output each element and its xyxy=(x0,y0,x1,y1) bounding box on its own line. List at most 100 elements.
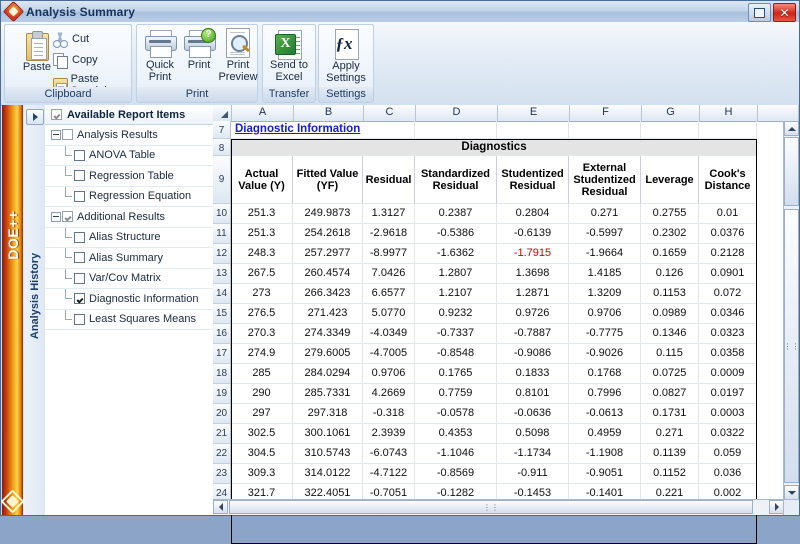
table-cell[interactable]: 0.1659 xyxy=(641,244,699,264)
expand-history-button[interactable] xyxy=(26,109,44,125)
table-cell[interactable]: 0.0989 xyxy=(641,304,699,324)
table-cell[interactable]: 271.423 xyxy=(293,304,363,324)
table-cell[interactable]: 0.9232 xyxy=(415,304,497,324)
tree-node-checkbox[interactable] xyxy=(74,170,85,182)
table-cell[interactable]: 266.3423 xyxy=(293,284,363,304)
table-cell[interactable]: 0.1152 xyxy=(641,464,699,484)
tree-node-checkbox[interactable] xyxy=(74,252,85,264)
send-to-excel-button[interactable]: X Send to Excel xyxy=(264,30,314,83)
cut-button[interactable]: Cut xyxy=(52,31,89,48)
table-cell[interactable]: -8.9977 xyxy=(363,244,415,264)
table-header-cell[interactable]: Residual xyxy=(363,156,415,204)
row-header-13[interactable]: 13 xyxy=(213,264,231,284)
vertical-scroll-thumb-top[interactable] xyxy=(784,137,799,206)
tree-node-checkbox[interactable] xyxy=(74,272,85,284)
table-cell[interactable]: 0.2128 xyxy=(699,244,757,264)
table-cell[interactable]: 0.0197 xyxy=(699,384,757,404)
table-cell[interactable]: -4.7005 xyxy=(363,344,415,364)
table-cell[interactable]: 6.6577 xyxy=(363,284,415,304)
table-header-cell[interactable]: Actual Value (Y) xyxy=(231,156,293,204)
table-cell[interactable]: -0.9026 xyxy=(569,344,641,364)
table-cell[interactable]: 0.115 xyxy=(641,344,699,364)
copy-button[interactable]: Copy xyxy=(52,52,98,69)
row-header-9[interactable]: 9 xyxy=(213,156,231,204)
table-cell[interactable]: 0.271 xyxy=(641,424,699,444)
tree-node-checkbox[interactable] xyxy=(74,293,85,305)
table-cell[interactable]: 0.0376 xyxy=(699,224,757,244)
print-preview-button[interactable]: Print Preview xyxy=(218,28,258,83)
table-cell[interactable]: 284.0294 xyxy=(293,364,363,384)
table-cell[interactable]: -0.7337 xyxy=(415,324,497,344)
table-cell[interactable]: 0.0346 xyxy=(699,304,757,324)
table-header-cell[interactable]: External Studentized Residual xyxy=(569,156,641,204)
table-cell[interactable]: 0.9726 xyxy=(497,304,569,324)
table-cell[interactable]: 5.0770 xyxy=(363,304,415,324)
table-cell[interactable]: -4.7122 xyxy=(363,464,415,484)
table-cell[interactable]: 0.1731 xyxy=(641,404,699,424)
tree-node-checkbox[interactable] xyxy=(74,149,85,161)
table-cell[interactable]: 285.7331 xyxy=(293,384,363,404)
table-cell[interactable]: 251.3 xyxy=(231,204,293,224)
table-header-cell[interactable]: Fitted Value (YF) xyxy=(293,156,363,204)
table-cell[interactable]: -0.8569 xyxy=(415,464,497,484)
table-cell[interactable]: 302.5 xyxy=(231,424,293,444)
empty-cell[interactable] xyxy=(497,121,569,139)
empty-cell[interactable] xyxy=(699,121,757,139)
table-cell[interactable]: 0.1153 xyxy=(641,284,699,304)
scroll-left-button[interactable] xyxy=(213,500,228,514)
row-header-21[interactable]: 21 xyxy=(213,424,231,444)
table-cell[interactable]: 0.0827 xyxy=(641,384,699,404)
column-header-F[interactable]: F xyxy=(570,105,642,121)
row-header-19[interactable]: 19 xyxy=(213,384,231,404)
table-cell[interactable]: 0.1768 xyxy=(569,364,641,384)
tree-header[interactable]: Available Report Items xyxy=(45,105,213,125)
close-button[interactable]: ✕ xyxy=(773,3,796,22)
table-cell[interactable]: 0.126 xyxy=(641,264,699,284)
table-cell[interactable]: 0.1346 xyxy=(641,324,699,344)
table-header-cell[interactable]: Leverage xyxy=(641,156,699,204)
table-cell[interactable]: 0.7996 xyxy=(569,384,641,404)
tree-node-regression-equation[interactable]: Regression Equation xyxy=(45,186,213,207)
table-cell[interactable]: 2.3939 xyxy=(363,424,415,444)
tree-node-alias-summary[interactable]: Alias Summary xyxy=(45,248,213,269)
scroll-down-button[interactable] xyxy=(784,485,799,500)
row-header-12[interactable]: 12 xyxy=(213,244,231,264)
table-cell[interactable]: 1.2107 xyxy=(415,284,497,304)
table-cell[interactable]: -0.0636 xyxy=(497,404,569,424)
row-header-7[interactable]: 7 xyxy=(213,121,231,139)
tree-node-checkbox[interactable] xyxy=(74,190,85,202)
table-cell[interactable]: 273 xyxy=(231,284,293,304)
table-cell[interactable]: 1.2807 xyxy=(415,264,497,284)
tree-node-additional-results[interactable]: Additional Results xyxy=(45,207,213,228)
table-cell[interactable]: 260.4574 xyxy=(293,264,363,284)
table-cell[interactable]: 251.3 xyxy=(231,224,293,244)
table-cell[interactable]: -1.1908 xyxy=(569,444,641,464)
table-cell[interactable]: -0.5997 xyxy=(569,224,641,244)
empty-cell[interactable] xyxy=(569,121,641,139)
table-cell[interactable]: 0.4353 xyxy=(415,424,497,444)
table-cell[interactable]: 0.0322 xyxy=(699,424,757,444)
table-cell[interactable]: 0.2755 xyxy=(641,204,699,224)
table-cell[interactable]: 1.3209 xyxy=(569,284,641,304)
table-cell[interactable]: 0.01 xyxy=(699,204,757,224)
tree-node-anova-table[interactable]: ANOVA Table xyxy=(45,145,213,166)
table-cell[interactable]: 310.5743 xyxy=(293,444,363,464)
table-cell[interactable]: -0.9086 xyxy=(497,344,569,364)
row-header-14[interactable]: 14 xyxy=(213,284,231,304)
table-cell[interactable]: -1.6362 xyxy=(415,244,497,264)
table-cell[interactable]: -6.0743 xyxy=(363,444,415,464)
table-cell[interactable]: 0.2387 xyxy=(415,204,497,224)
quick-print-button[interactable]: Quick Print xyxy=(140,30,180,83)
select-all-corner[interactable] xyxy=(213,105,232,121)
table-cell[interactable]: -0.0613 xyxy=(569,404,641,424)
table-header-cell[interactable]: Studentized Residual xyxy=(497,156,569,204)
table-cell[interactable]: 0.8101 xyxy=(497,384,569,404)
table-cell[interactable]: 0.2804 xyxy=(497,204,569,224)
column-header-A[interactable]: A xyxy=(232,105,294,121)
table-cell[interactable]: -1.1046 xyxy=(415,444,497,464)
row-header-11[interactable]: 11 xyxy=(213,224,231,244)
table-cell[interactable]: 1.2871 xyxy=(497,284,569,304)
table-cell[interactable]: -0.5386 xyxy=(415,224,497,244)
table-cell[interactable]: 0.072 xyxy=(699,284,757,304)
vertical-scrollbar[interactable]: ⋮⋮ xyxy=(783,121,800,500)
